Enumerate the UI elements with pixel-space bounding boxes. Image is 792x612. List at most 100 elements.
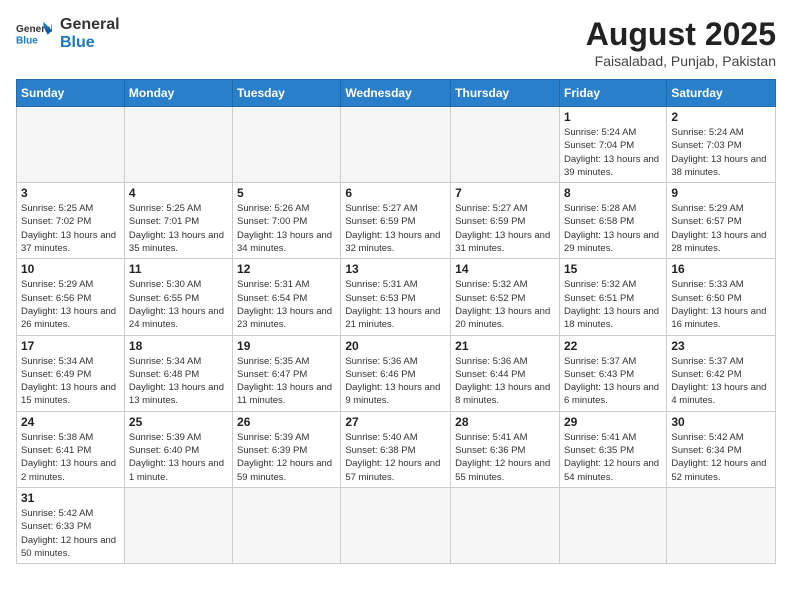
day-number: 6 xyxy=(345,186,446,200)
day-info: Sunrise: 5:37 AM Sunset: 6:42 PM Dayligh… xyxy=(671,355,771,408)
day-number: 1 xyxy=(564,110,662,124)
calendar-cell: 8 Sunrise: 5:28 AM Sunset: 6:58 PM Daylig… xyxy=(559,183,666,259)
calendar-week-1: 1 Sunrise: 5:24 AM Sunset: 7:04 PM Daylig… xyxy=(17,107,776,183)
calendar-cell xyxy=(451,487,560,563)
calendar-header-tuesday: Tuesday xyxy=(233,80,341,107)
calendar-cell: 5Sunrise: 5:26 AM Sunset: 7:00 PM Daylig… xyxy=(233,183,341,259)
calendar-cell: 24 Sunrise: 5:38 AM Sunset: 6:41 PM Dayli… xyxy=(17,411,125,487)
calendar-cell: 9 Sunrise: 5:29 AM Sunset: 6:57 PM Daylig… xyxy=(667,183,776,259)
calendar-cell: 2 Sunrise: 5:24 AM Sunset: 7:03 PM Daylig… xyxy=(667,107,776,183)
calendar-week-6: 31Sunrise: 5:42 AM Sunset: 6:33 PM Dayli… xyxy=(17,487,776,563)
day-info: Sunrise: 5:41 AM Sunset: 6:36 PM Dayligh… xyxy=(455,431,555,484)
calendar-cell: 25 Sunrise: 5:39 AM Sunset: 6:40 PM Dayli… xyxy=(124,411,232,487)
day-number: 14 xyxy=(455,262,555,276)
day-number: 25 xyxy=(129,415,228,429)
day-info: Sunrise: 5:26 AM Sunset: 7:00 PM Dayligh… xyxy=(237,202,336,255)
day-info: Sunrise: 5:25 AM Sunset: 7:01 PM Dayligh… xyxy=(129,202,228,255)
day-number: 24 xyxy=(21,415,120,429)
calendar-cell: 19Sunrise: 5:35 AM Sunset: 6:47 PM Dayli… xyxy=(233,335,341,411)
location: Faisalabad, Punjab, Pakistan xyxy=(586,53,776,69)
day-info: Sunrise: 5:25 AM Sunset: 7:02 PM Dayligh… xyxy=(21,202,120,255)
calendar-week-2: 3Sunrise: 5:25 AM Sunset: 7:02 PM Daylig… xyxy=(17,183,776,259)
day-info: Sunrise: 5:39 AM Sunset: 6:40 PM Dayligh… xyxy=(129,431,228,484)
calendar-cell xyxy=(559,487,666,563)
day-info: Sunrise: 5:27 AM Sunset: 6:59 PM Dayligh… xyxy=(345,202,446,255)
day-number: 18 xyxy=(129,339,228,353)
day-number: 26 xyxy=(237,415,336,429)
day-info: Sunrise: 5:24 AM Sunset: 7:03 PM Dayligh… xyxy=(671,126,771,179)
day-info: Sunrise: 5:24 AM Sunset: 7:04 PM Dayligh… xyxy=(564,126,662,179)
day-info: Sunrise: 5:34 AM Sunset: 6:49 PM Dayligh… xyxy=(21,355,120,408)
calendar-cell: 4 Sunrise: 5:25 AM Sunset: 7:01 PM Daylig… xyxy=(124,183,232,259)
day-number: 22 xyxy=(564,339,662,353)
day-number: 8 xyxy=(564,186,662,200)
calendar-cell xyxy=(341,487,451,563)
calendar-cell: 28 Sunrise: 5:41 AM Sunset: 6:36 PM Dayli… xyxy=(451,411,560,487)
day-info: Sunrise: 5:27 AM Sunset: 6:59 PM Dayligh… xyxy=(455,202,555,255)
calendar-week-5: 24 Sunrise: 5:38 AM Sunset: 6:41 PM Dayli… xyxy=(17,411,776,487)
day-info: Sunrise: 5:42 AM Sunset: 6:33 PM Dayligh… xyxy=(21,507,120,560)
logo-blue-text: Blue xyxy=(60,34,120,52)
day-info: Sunrise: 5:29 AM Sunset: 6:56 PM Dayligh… xyxy=(21,278,120,331)
calendar-cell: 21 Sunrise: 5:36 AM Sunset: 6:44 PM Dayli… xyxy=(451,335,560,411)
day-number: 28 xyxy=(455,415,555,429)
calendar-header-thursday: Thursday xyxy=(451,80,560,107)
day-info: Sunrise: 5:32 AM Sunset: 6:51 PM Dayligh… xyxy=(564,278,662,331)
day-info: Sunrise: 5:36 AM Sunset: 6:44 PM Dayligh… xyxy=(455,355,555,408)
calendar-week-3: 10 Sunrise: 5:29 AM Sunset: 6:56 PM Dayli… xyxy=(17,259,776,335)
header: General Blue General Blue August 2025 Fa… xyxy=(16,16,776,69)
calendar-cell xyxy=(233,107,341,183)
day-number: 2 xyxy=(671,110,771,124)
day-info: Sunrise: 5:28 AM Sunset: 6:58 PM Dayligh… xyxy=(564,202,662,255)
calendar-cell: 26 Sunrise: 5:39 AM Sunset: 6:39 PM Dayli… xyxy=(233,411,341,487)
logo-general-text: General xyxy=(60,16,120,34)
calendar-cell: 20 Sunrise: 5:36 AM Sunset: 6:46 PM Dayli… xyxy=(341,335,451,411)
calendar-cell: 13Sunrise: 5:31 AM Sunset: 6:53 PM Dayli… xyxy=(341,259,451,335)
calendar-cell xyxy=(17,107,125,183)
day-info: Sunrise: 5:31 AM Sunset: 6:53 PM Dayligh… xyxy=(345,278,446,331)
calendar-cell: 29 Sunrise: 5:41 AM Sunset: 6:35 PM Dayli… xyxy=(559,411,666,487)
day-info: Sunrise: 5:38 AM Sunset: 6:41 PM Dayligh… xyxy=(21,431,120,484)
calendar-cell: 6 Sunrise: 5:27 AM Sunset: 6:59 PM Daylig… xyxy=(341,183,451,259)
day-number: 29 xyxy=(564,415,662,429)
calendar-cell: 10 Sunrise: 5:29 AM Sunset: 6:56 PM Dayli… xyxy=(17,259,125,335)
day-info: Sunrise: 5:42 AM Sunset: 6:34 PM Dayligh… xyxy=(671,431,771,484)
calendar-cell xyxy=(341,107,451,183)
day-number: 7 xyxy=(455,186,555,200)
calendar-cell: 30Sunrise: 5:42 AM Sunset: 6:34 PM Dayli… xyxy=(667,411,776,487)
day-info: Sunrise: 5:36 AM Sunset: 6:46 PM Dayligh… xyxy=(345,355,446,408)
calendar-cell xyxy=(233,487,341,563)
calendar-cell: 1 Sunrise: 5:24 AM Sunset: 7:04 PM Daylig… xyxy=(559,107,666,183)
calendar-header-friday: Friday xyxy=(559,80,666,107)
calendar-cell: 11Sunrise: 5:30 AM Sunset: 6:55 PM Dayli… xyxy=(124,259,232,335)
calendar-cell: 22 Sunrise: 5:37 AM Sunset: 6:43 PM Dayli… xyxy=(559,335,666,411)
calendar-cell: 31Sunrise: 5:42 AM Sunset: 6:33 PM Dayli… xyxy=(17,487,125,563)
day-number: 20 xyxy=(345,339,446,353)
day-number: 9 xyxy=(671,186,771,200)
day-number: 15 xyxy=(564,262,662,276)
calendar-cell: 3Sunrise: 5:25 AM Sunset: 7:02 PM Daylig… xyxy=(17,183,125,259)
calendar-cell: 27Sunrise: 5:40 AM Sunset: 6:38 PM Dayli… xyxy=(341,411,451,487)
day-info: Sunrise: 5:32 AM Sunset: 6:52 PM Dayligh… xyxy=(455,278,555,331)
calendar-header-sunday: Sunday xyxy=(17,80,125,107)
calendar-cell xyxy=(667,487,776,563)
calendar-cell: 15 Sunrise: 5:32 AM Sunset: 6:51 PM Dayli… xyxy=(559,259,666,335)
day-info: Sunrise: 5:41 AM Sunset: 6:35 PM Dayligh… xyxy=(564,431,662,484)
day-number: 21 xyxy=(455,339,555,353)
day-number: 12 xyxy=(237,262,336,276)
day-info: Sunrise: 5:37 AM Sunset: 6:43 PM Dayligh… xyxy=(564,355,662,408)
calendar: SundayMondayTuesdayWednesdayThursdayFrid… xyxy=(16,79,776,564)
day-number: 10 xyxy=(21,262,120,276)
day-number: 17 xyxy=(21,339,120,353)
day-info: Sunrise: 5:33 AM Sunset: 6:50 PM Dayligh… xyxy=(671,278,771,331)
day-info: Sunrise: 5:29 AM Sunset: 6:57 PM Dayligh… xyxy=(671,202,771,255)
svg-text:Blue: Blue xyxy=(16,35,38,46)
day-number: 16 xyxy=(671,262,771,276)
calendar-cell: 17 Sunrise: 5:34 AM Sunset: 6:49 PM Dayli… xyxy=(17,335,125,411)
day-info: Sunrise: 5:39 AM Sunset: 6:39 PM Dayligh… xyxy=(237,431,336,484)
calendar-cell xyxy=(451,107,560,183)
calendar-cell: 14 Sunrise: 5:32 AM Sunset: 6:52 PM Dayli… xyxy=(451,259,560,335)
day-number: 4 xyxy=(129,186,228,200)
title-area: August 2025 Faisalabad, Punjab, Pakistan xyxy=(586,16,776,69)
day-info: Sunrise: 5:34 AM Sunset: 6:48 PM Dayligh… xyxy=(129,355,228,408)
